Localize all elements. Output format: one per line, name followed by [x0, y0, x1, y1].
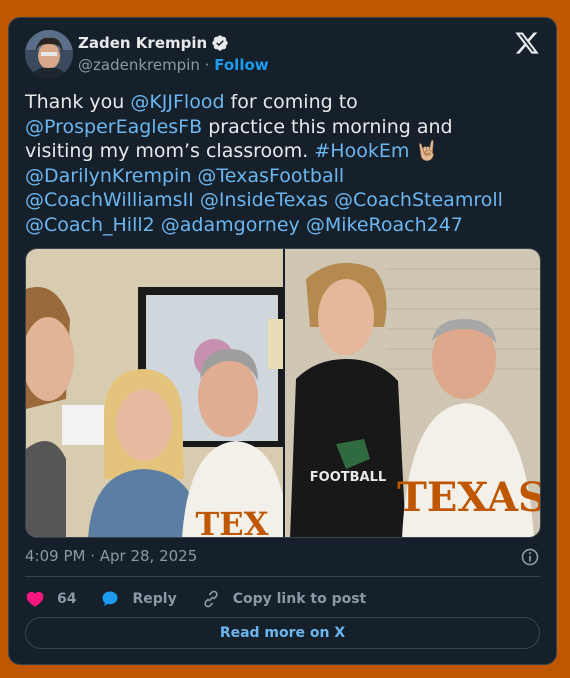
copy-link-button[interactable]: Copy link to post — [201, 589, 367, 609]
divider — [25, 576, 540, 577]
tweet-text: Thank you @KJJFlood for coming to @Prosp… — [25, 90, 545, 237]
photo-collage: TEX FOOTBALL TEXAS — [26, 249, 541, 538]
mention-link[interactable]: @DarilynKrempin — [25, 165, 191, 187]
timestamp-row: 4:09 PM · Apr 28, 2025 — [25, 546, 540, 568]
tweet-text-segment: for coming to — [224, 91, 358, 113]
shirt-text-right: FOOTBALL — [310, 470, 386, 485]
read-more-button[interactable]: Read more on X — [25, 617, 540, 649]
jersey-text-right: TEXAS — [397, 474, 541, 521]
reply-button[interactable]: Reply — [100, 589, 177, 609]
mention-link[interactable]: @KJJFlood — [130, 91, 224, 113]
mention-link[interactable]: @CoachSteamroll — [334, 189, 503, 211]
like-button[interactable]: 64 — [25, 589, 76, 609]
tweet-line-6: @Coach_Hill2 @adamgorney @MikeRoach247 — [25, 213, 545, 238]
link-icon — [204, 590, 218, 608]
name-row: Zaden Krempin — [78, 34, 229, 52]
tweet-media[interactable]: TEX FOOTBALL TEXAS — [25, 248, 541, 538]
tweet-header: Zaden Krempin @zadenkrempin · Follow — [25, 30, 540, 82]
reply-label: Reply — [132, 591, 177, 607]
mention-link[interactable]: @Coach_Hill2 — [25, 214, 155, 236]
tweet-text-segment: visiting my mom’s classroom. — [25, 140, 315, 162]
tweet-card: Zaden Krempin @zadenkrempin · Follow Tha… — [8, 17, 557, 665]
tweet-line-3: visiting my mom’s classroom. #HookEm 🤘🏼 — [25, 139, 545, 164]
copy-link-label: Copy link to post — [232, 591, 367, 607]
follow-button[interactable]: Follow — [214, 56, 268, 74]
heart-icon — [26, 591, 44, 607]
photo-right[interactable]: FOOTBALL TEXAS — [285, 249, 541, 538]
tweet-timestamp[interactable]: 4:09 PM · Apr 28, 2025 — [25, 547, 197, 565]
mention-link[interactable]: @adamgorney — [161, 214, 300, 236]
verified-badge-icon — [212, 35, 228, 51]
avatar[interactable] — [25, 30, 73, 78]
author-handle[interactable]: @zadenkrempin — [78, 56, 200, 74]
info-icon[interactable] — [520, 547, 540, 567]
x-logo-icon[interactable] — [514, 30, 540, 56]
action-bar: 64 Reply Copy link to post — [25, 588, 390, 610]
mention-link[interactable]: @TexasFootball — [197, 165, 344, 187]
tweet-line-1: Thank you @KJJFlood for coming to — [25, 90, 545, 115]
mention-link[interactable]: @ProsperEaglesFB — [25, 116, 202, 138]
like-count: 64 — [57, 591, 77, 607]
mention-link[interactable]: @MikeRoach247 — [306, 214, 463, 236]
mention-link[interactable]: @InsideTexas — [200, 189, 328, 211]
author-name[interactable]: Zaden Krempin — [78, 34, 207, 52]
mention-link[interactable]: @CoachWilliamsII — [25, 189, 194, 211]
handle-row: @zadenkrempin · Follow — [78, 56, 269, 74]
photo-left[interactable]: TEX — [26, 249, 288, 538]
reply-bubble-icon — [102, 591, 118, 607]
tweet-line-2: @ProsperEaglesFB practice this morning a… — [25, 115, 545, 140]
tweet-text-segment: practice this morning and — [202, 115, 453, 138]
handle-separator: · — [204, 56, 210, 74]
hashtag-link[interactable]: #HookEm — [314, 140, 409, 162]
tweet-text-segment: Thank you — [25, 91, 131, 113]
jersey-text-left: TEX — [195, 505, 268, 538]
tweet-line-4: @DarilynKrempin @TexasFootball — [25, 164, 545, 189]
tweet-line-5: @CoachWilliamsII @InsideTexas @CoachStea… — [25, 188, 545, 213]
rock-on-emoji: 🤘🏼 — [415, 140, 440, 162]
